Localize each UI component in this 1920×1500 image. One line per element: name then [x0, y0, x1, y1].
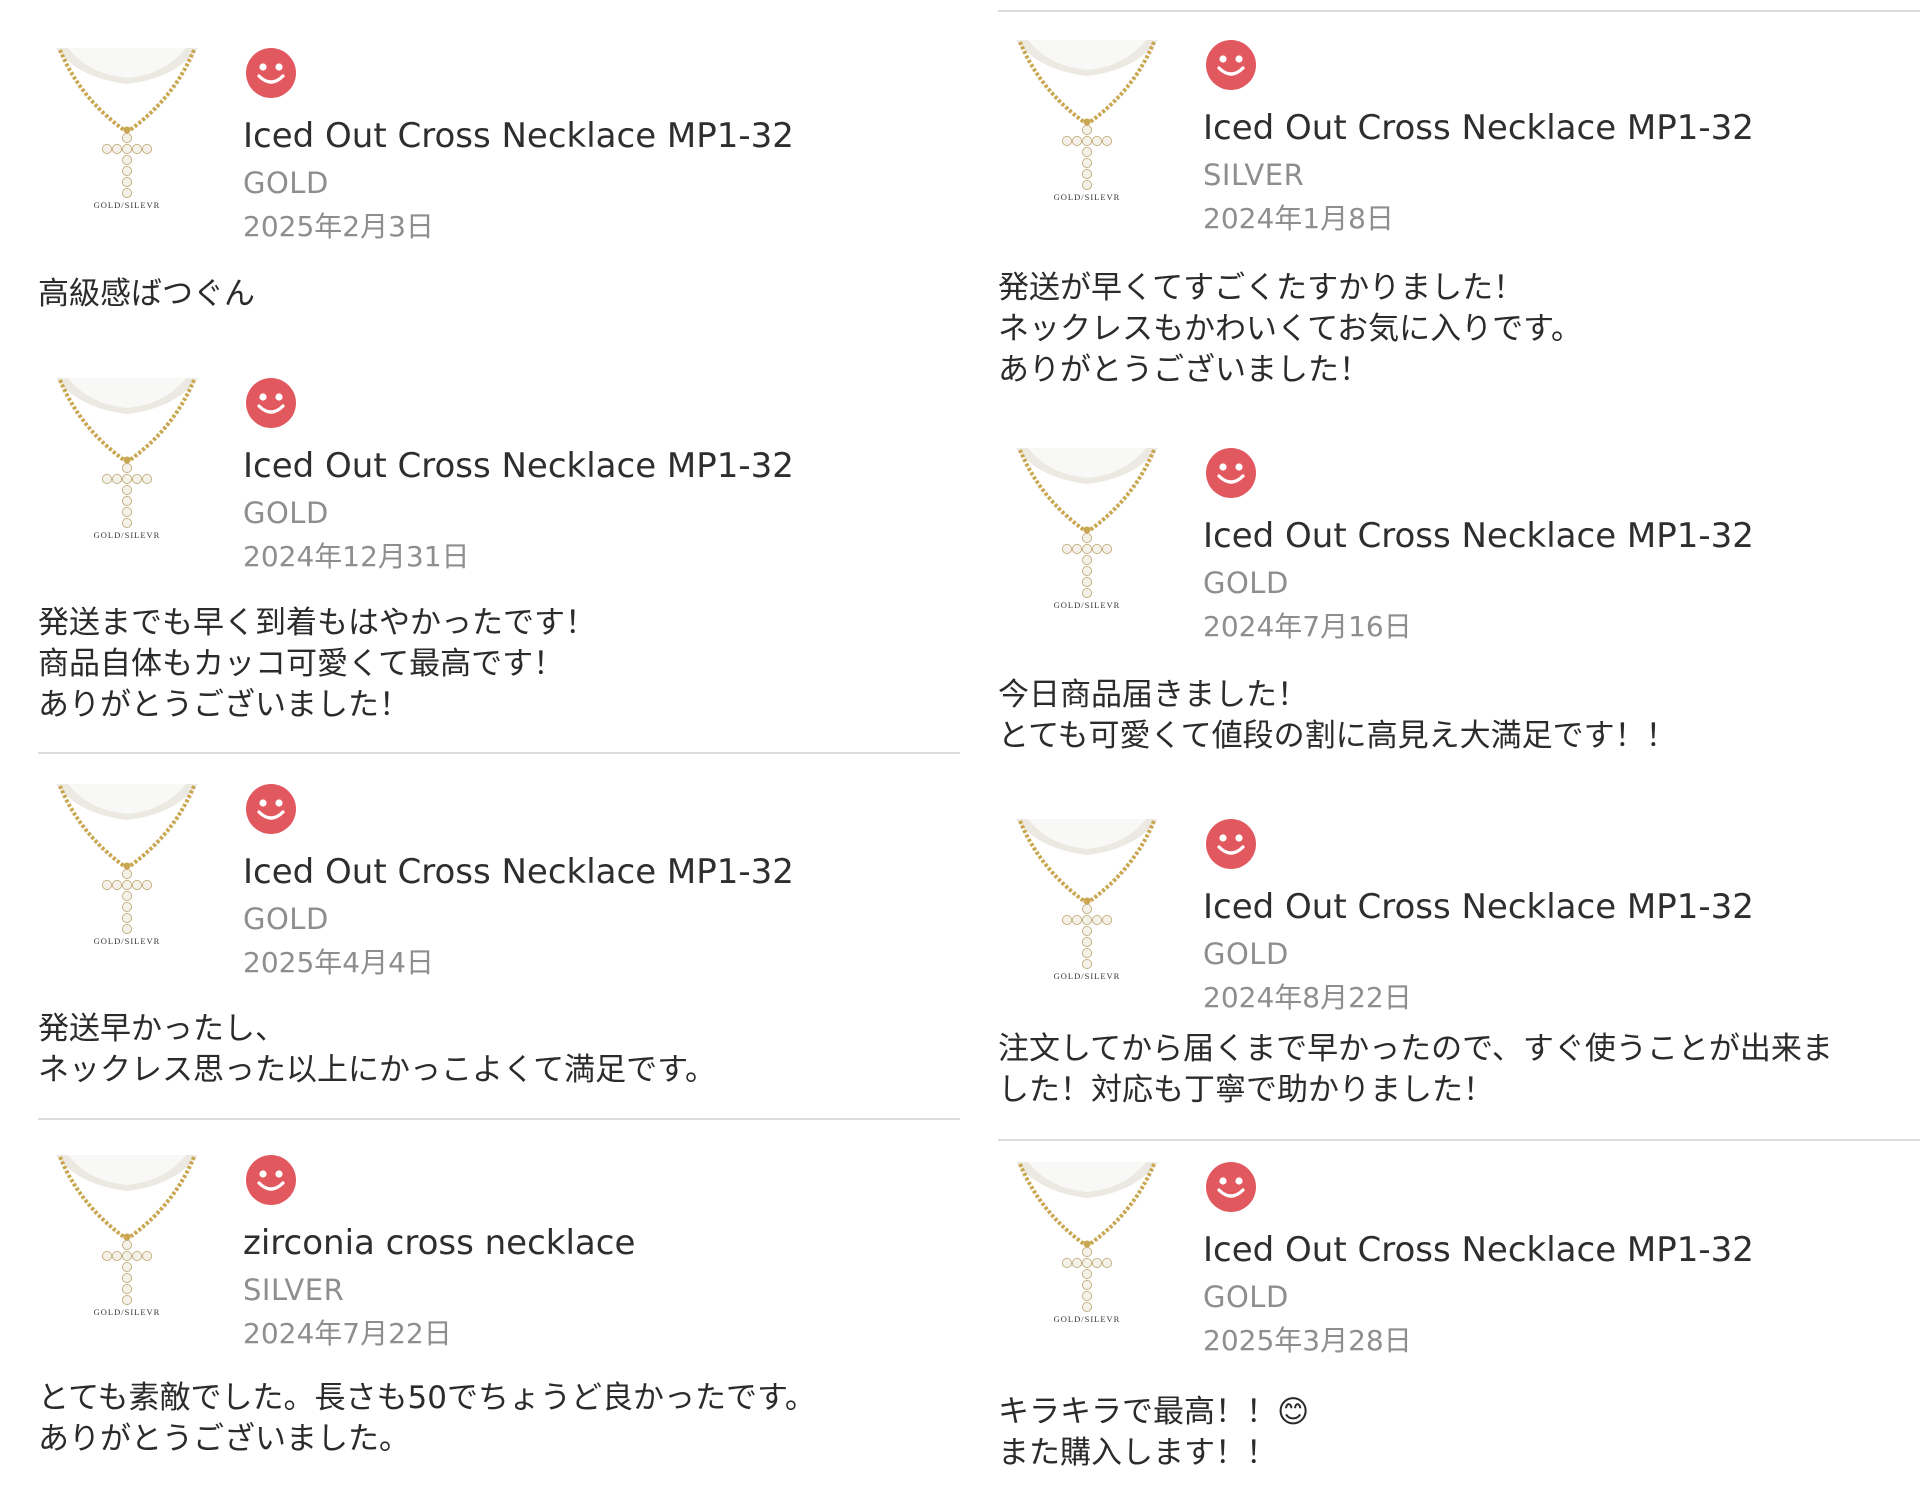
- svg-text:GOLD/SILEVR: GOLD/SILEVR: [1054, 600, 1121, 610]
- review-date: 2025年2月3日: [243, 210, 434, 243]
- product-variant: GOLD: [243, 902, 329, 936]
- product-thumbnail[interactable]: GOLD/SILEVR: [38, 48, 216, 226]
- product-variant: SILVER: [1203, 158, 1305, 192]
- product-thumbnail[interactable]: GOLD/SILEVR: [998, 40, 1176, 218]
- product-variant: GOLD: [1203, 937, 1289, 971]
- product-name[interactable]: Iced Out Cross Necklace MP1-32: [243, 116, 794, 156]
- svg-text:GOLD/SILEVR: GOLD/SILEVR: [1054, 971, 1121, 981]
- product-variant: GOLD: [243, 496, 329, 530]
- product-name[interactable]: Iced Out Cross Necklace MP1-32: [243, 446, 794, 486]
- product-thumbnail[interactable]: GOLD/SILEVR: [38, 784, 216, 962]
- review-comment: キラキラで最高！！😊 また購入します！！: [998, 1394, 1310, 1471]
- smile-face-icon: [246, 1155, 296, 1205]
- smile-face-icon: [1206, 1162, 1256, 1212]
- review-comment: 発送が早くてすごくたすかりました！ ネックレスもかわいくてお気に入りです。 あり…: [998, 270, 1583, 388]
- product-name[interactable]: Iced Out Cross Necklace MP1-32: [1203, 108, 1754, 148]
- review-date: 2024年1月8日: [1203, 202, 1394, 235]
- review-date: 2024年7月22日: [243, 1317, 452, 1350]
- review-comment: 発送までも早く到着もはやかったです！ 商品自体もカッコ可愛くて最高です！ ありが…: [38, 605, 596, 723]
- review-comment: 今日商品届きました！ とても可愛くて値段の割に高見え大満足です！！: [998, 677, 1677, 754]
- product-name[interactable]: Iced Out Cross Necklace MP1-32: [1203, 1230, 1754, 1270]
- review-divider: [998, 1139, 1920, 1141]
- product-thumbnail[interactable]: GOLD/SILEVR: [38, 1155, 216, 1333]
- review-date: 2024年8月22日: [1203, 981, 1412, 1014]
- review-comment: 注文してから届くまで早かったので、すぐ使うことが出来ま した！対応も丁寧で助かり…: [998, 1031, 1833, 1108]
- review-divider: [38, 1118, 960, 1120]
- review-divider: [38, 752, 960, 754]
- product-name[interactable]: Iced Out Cross Necklace MP1-32: [1203, 887, 1754, 927]
- review-date: 2024年7月16日: [1203, 610, 1412, 643]
- product-thumbnail[interactable]: GOLD/SILEVR: [998, 1162, 1176, 1340]
- product-name[interactable]: zirconia cross necklace: [243, 1223, 635, 1263]
- svg-text:GOLD/SILEVR: GOLD/SILEVR: [94, 936, 161, 946]
- left-review-column: GOLD/SILEVR Iced Out Cross Necklace MP1-…: [38, 0, 968, 1500]
- svg-text:GOLD/SILEVR: GOLD/SILEVR: [94, 1307, 161, 1317]
- smile-face-icon: [1206, 448, 1256, 498]
- product-variant: SILVER: [243, 1273, 345, 1307]
- smile-face-icon: [1206, 819, 1256, 869]
- right-review-column: GOLD/SILEVR Iced Out Cross Necklace MP1-…: [998, 0, 1920, 1500]
- product-variant: GOLD: [243, 166, 329, 200]
- review-date: 2025年4月4日: [243, 946, 434, 979]
- product-variant: GOLD: [1203, 566, 1289, 600]
- smile-face-icon: [246, 378, 296, 428]
- svg-text:GOLD/SILEVR: GOLD/SILEVR: [1054, 1314, 1121, 1324]
- svg-text:GOLD/SILEVR: GOLD/SILEVR: [94, 200, 161, 210]
- review-date: 2024年12月31日: [243, 540, 470, 573]
- review-comment: 高級感ばつぐん: [38, 276, 255, 312]
- review-date: 2025年3月28日: [1203, 1324, 1412, 1357]
- product-thumbnail[interactable]: GOLD/SILEVR: [998, 448, 1176, 626]
- smile-face-icon: [1206, 40, 1256, 90]
- svg-text:GOLD/SILEVR: GOLD/SILEVR: [1054, 192, 1121, 202]
- smile-face-icon: [246, 48, 296, 98]
- product-thumbnail[interactable]: GOLD/SILEVR: [998, 819, 1176, 997]
- product-name[interactable]: Iced Out Cross Necklace MP1-32: [243, 852, 794, 892]
- smile-face-icon: [246, 784, 296, 834]
- svg-text:GOLD/SILEVR: GOLD/SILEVR: [94, 530, 161, 540]
- review-comment: 発送早かったし、 ネックレス思った以上にかっこよくて満足です。: [38, 1011, 716, 1088]
- product-thumbnail[interactable]: GOLD/SILEVR: [38, 378, 216, 556]
- product-name[interactable]: Iced Out Cross Necklace MP1-32: [1203, 516, 1754, 556]
- product-variant: GOLD: [1203, 1280, 1289, 1314]
- review-comment: とても素敵でした。長さも50でちょうど良かったです。 ありがとうございました。: [38, 1380, 816, 1457]
- review-divider: [998, 10, 1920, 12]
